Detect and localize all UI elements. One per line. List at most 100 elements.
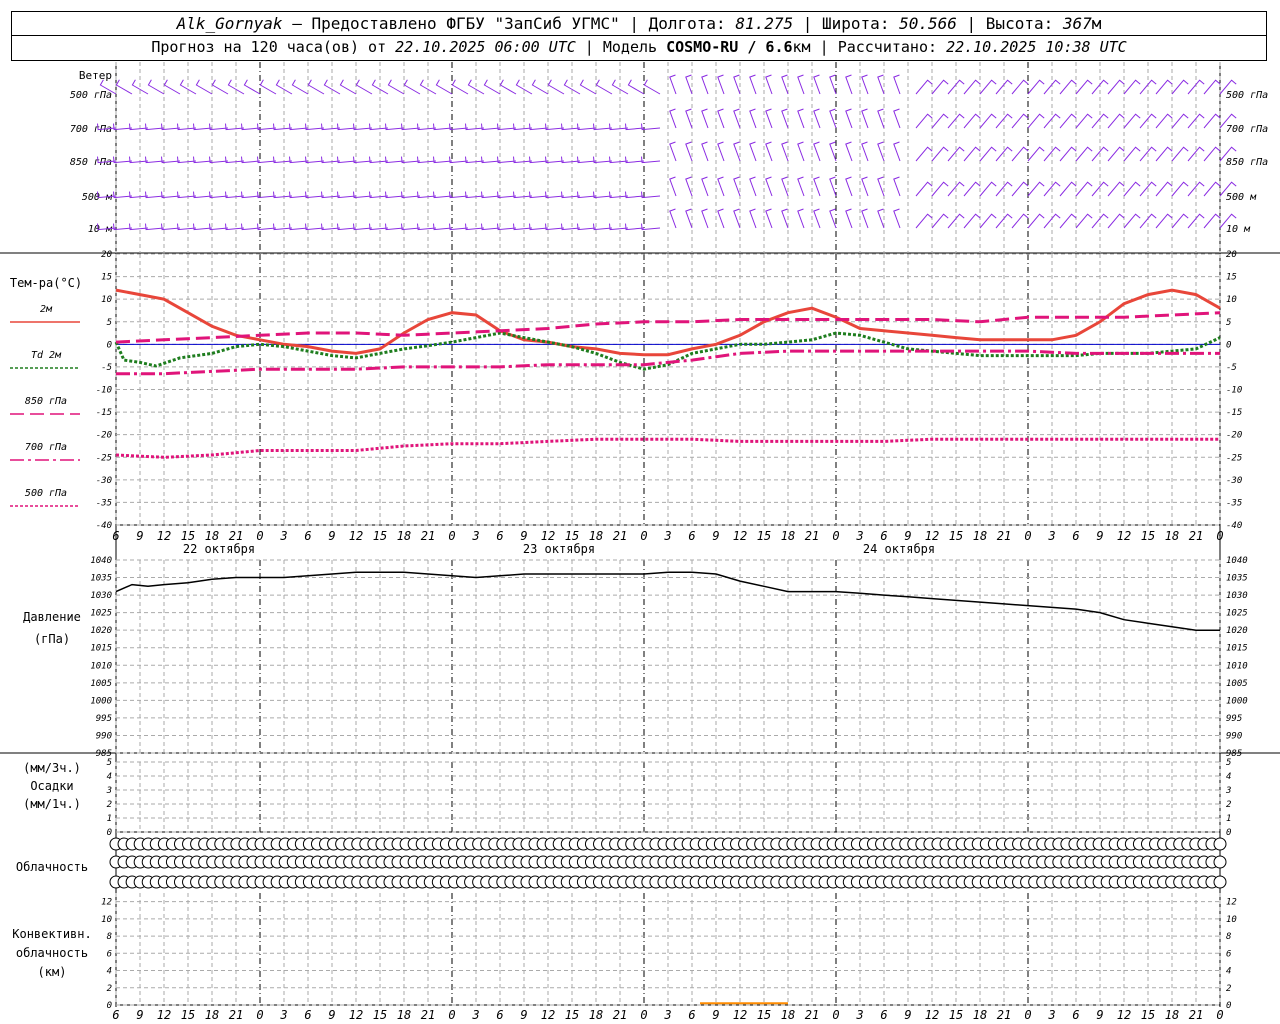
bottom-x-tick: 9: [328, 1008, 335, 1022]
wind-barb: [1059, 146, 1077, 162]
temp-x-tick: 9: [136, 529, 143, 543]
wind-barb: [1075, 146, 1093, 162]
pres-tick-left: 995: [96, 714, 112, 724]
temp-x-tick: 18: [1165, 529, 1179, 543]
bottom-x-tick: 15: [949, 1008, 963, 1022]
pres-tick-left: 1040: [90, 556, 112, 566]
meteogram: Ветер 500 гПа 500 гПа 700 гПа 700 гПа 850 гПа…: [0, 62, 1280, 1022]
pres-tick-left: 1005: [90, 679, 112, 689]
wind-barb: [979, 146, 997, 162]
wind-barb: [765, 74, 773, 95]
wind-barb: [1075, 181, 1093, 197]
wind-barb: [1027, 79, 1045, 95]
precip-axis-label: (мм/1ч.): [23, 797, 81, 811]
wind-barb: [749, 141, 757, 162]
temp-x-tick: 18: [973, 529, 987, 543]
wind-barb: [845, 108, 853, 129]
wind-barb: [845, 74, 853, 95]
wind-barb: [781, 74, 789, 95]
temp-tick-right: -35: [1226, 498, 1242, 508]
wind-barb: [915, 113, 933, 129]
bottom-x-tick: 21: [613, 1008, 627, 1022]
wind-barb: [963, 113, 981, 129]
pres-tick-right: 995: [1226, 714, 1242, 724]
wind-barb: [979, 113, 997, 129]
bottom-x-tick: 3: [471, 1008, 479, 1022]
pres-tick-left: 1010: [90, 661, 112, 671]
bottom-x-tick: 15: [565, 1008, 579, 1022]
precip-tick-right: 0: [1226, 828, 1231, 838]
temp-series-line: [115, 437, 1220, 459]
bottom-x-tick: 0: [448, 1008, 455, 1022]
wind-barb: [749, 208, 757, 229]
bottom-x-tick: 3: [1047, 1008, 1055, 1022]
temp-tick-left: -35: [96, 498, 112, 508]
pres-tick-left: 1030: [90, 591, 112, 601]
wind-barb: [861, 141, 869, 162]
temp-tick-right: -25: [1226, 453, 1242, 463]
wind-barb: [1123, 146, 1141, 162]
precip-tick-left: 1: [107, 814, 112, 824]
pres-tick-left: 1000: [90, 696, 112, 706]
wind-barb: [915, 213, 933, 229]
wind-barb: [963, 181, 981, 197]
temp-x-tick: 12: [925, 529, 939, 543]
wind-barb: [733, 208, 741, 229]
wind-barb: [717, 208, 725, 229]
wind-barb: [499, 79, 517, 95]
wind-barb: [641, 223, 661, 231]
conv-tick-left: 0: [107, 1001, 112, 1011]
wind-barb: [781, 208, 789, 229]
pres-tick-right: 1010: [1226, 661, 1248, 671]
wind-barb: [1203, 79, 1221, 95]
wind-barb: [749, 74, 757, 95]
pres-tick-right: 1020: [1226, 626, 1248, 636]
wind-barb: [931, 213, 949, 229]
temp-tick-right: 15: [1226, 273, 1237, 283]
pres-tick-right: 1040: [1226, 556, 1248, 566]
wind-barb: [669, 141, 677, 162]
temp-x-tick: 0: [1216, 529, 1223, 543]
precip-axis-label: (мм/3ч.): [23, 761, 81, 775]
wind-barb: [845, 141, 853, 162]
bottom-x-tick: 0: [256, 1008, 263, 1022]
wind-barb: [781, 141, 789, 162]
temp-x-tick: 15: [373, 529, 387, 543]
bottom-x-tick: 9: [520, 1008, 527, 1022]
bottom-x-tick: 21: [997, 1008, 1011, 1022]
temp-x-tick: 15: [565, 529, 579, 543]
wind-barb: [339, 79, 357, 95]
pres-tick-left: 1015: [90, 644, 112, 654]
wind-barb: [115, 79, 133, 95]
temp-x-tick: 6: [688, 529, 695, 543]
wind-barb: [701, 176, 709, 197]
temp-x-tick: 15: [757, 529, 771, 543]
wind-barb: [979, 213, 997, 229]
wind-barb: [195, 79, 213, 95]
wind-barb: [717, 108, 725, 129]
temp-x-tick: 6: [1072, 529, 1079, 543]
day-label: 23 октября: [523, 542, 595, 556]
cloud-symbol: [1213, 875, 1227, 889]
conv-tick-right: 4: [1226, 967, 1231, 977]
wind-barb: [685, 74, 693, 95]
precip-tick-right: 3: [1225, 786, 1231, 796]
bottom-x-tick: 6: [496, 1008, 503, 1022]
wind-barb: [1011, 113, 1029, 129]
temp-legend-label: 700 гПа: [25, 442, 67, 453]
temp-tick-left: -40: [96, 521, 112, 531]
wind-barb: [717, 141, 725, 162]
cloud-label: Облачность: [16, 860, 88, 874]
wind-barb: [893, 74, 901, 95]
pres-tick-right: 1005: [1226, 679, 1248, 689]
temp-tick-left: -30: [96, 476, 112, 486]
temp-x-tick: 21: [613, 529, 627, 543]
wind-level-label-right: 10 м: [1226, 224, 1251, 235]
wind-barb: [963, 146, 981, 162]
wind-barb: [1011, 79, 1029, 95]
conv-axis-label: Конвективн.: [12, 927, 91, 941]
wind-barb: [781, 108, 789, 129]
temp-tick-right: -15: [1226, 408, 1242, 418]
wind-barb: [1203, 113, 1221, 129]
wind-barb: [1075, 213, 1093, 229]
